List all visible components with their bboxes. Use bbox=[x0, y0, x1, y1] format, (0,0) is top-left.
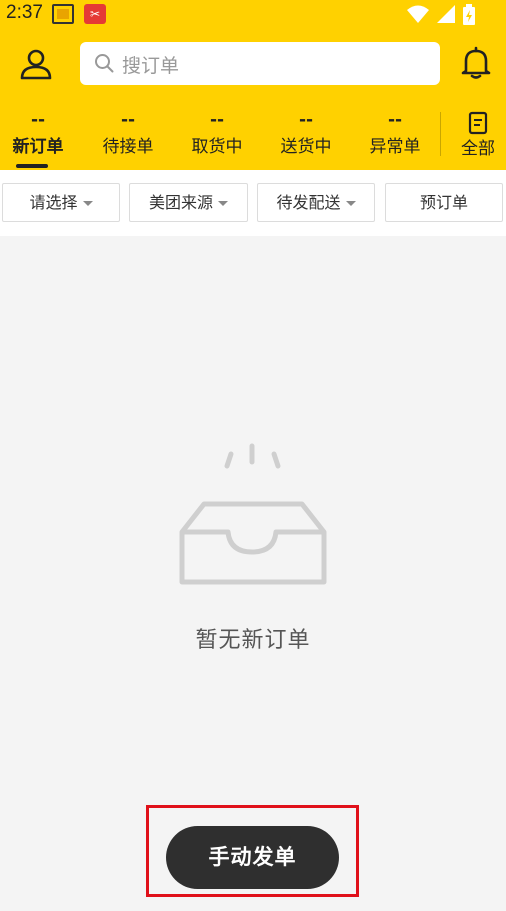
tab-exceptions[interactable]: -- 异常单 bbox=[350, 108, 440, 170]
filter-label: 待发配送 bbox=[276, 193, 341, 212]
user-profile-icon[interactable] bbox=[19, 47, 53, 81]
caret-down-icon bbox=[82, 201, 93, 206]
tab-count: -- bbox=[120, 110, 136, 130]
tab-count: -- bbox=[30, 110, 46, 130]
filter-label: 预订单 bbox=[419, 193, 468, 212]
caret-down-icon bbox=[218, 201, 228, 206]
order-status-tabs: -- 新订单 -- 待接单 -- 取货中 -- 送货中 -- 异常单 全部 bbox=[0, 108, 506, 170]
empty-state-message: 暂无新订单 bbox=[195, 628, 311, 653]
filter-delivery-status[interactable]: 待发配送 bbox=[257, 183, 375, 222]
tab-all[interactable]: 全部 bbox=[450, 108, 506, 170]
tab-pending-accept[interactable]: -- 待接单 bbox=[83, 108, 173, 170]
tools-icon: ✂ bbox=[84, 4, 106, 24]
empty-inbox-icon bbox=[179, 443, 327, 585]
system-indicators bbox=[406, 4, 476, 26]
app-header: 搜订单 -- 新订单 -- 待接单 -- 取货中 -- 送货中 -- 异常单 全… bbox=[0, 30, 506, 170]
search-icon bbox=[95, 54, 114, 73]
tab-label: 新订单 bbox=[12, 137, 64, 157]
signal-icon bbox=[436, 5, 455, 23]
status-bar: 2:37 ✂ bbox=[0, 0, 506, 30]
manual-dispatch-button[interactable]: 手动发单 bbox=[166, 826, 339, 889]
tab-label: 待接单 bbox=[102, 137, 154, 157]
filter-select[interactable]: 请选择 bbox=[2, 183, 120, 222]
wifi-icon bbox=[406, 5, 429, 23]
tab-count: -- bbox=[209, 110, 225, 130]
tab-new-orders[interactable]: -- 新订单 bbox=[0, 108, 83, 170]
tab-count: -- bbox=[298, 110, 314, 130]
active-tab-indicator bbox=[16, 164, 48, 168]
tab-delivering[interactable]: -- 送货中 bbox=[261, 108, 351, 170]
filter-preorder[interactable]: 预订单 bbox=[385, 183, 503, 222]
tab-count: -- bbox=[387, 110, 403, 130]
caret-down-icon bbox=[345, 201, 356, 206]
tab-label: 异常单 bbox=[369, 137, 421, 157]
tab-picking-up[interactable]: -- 取货中 bbox=[172, 108, 262, 170]
filter-source[interactable]: 美团来源 bbox=[129, 183, 248, 222]
document-list-icon bbox=[468, 111, 488, 135]
status-time: 2:37 bbox=[6, 2, 43, 23]
filter-label: 美团来源 bbox=[148, 193, 213, 212]
filter-bar: 请选择 美团来源 待发配送 预订单 bbox=[0, 170, 506, 236]
app-icon bbox=[52, 4, 74, 24]
filter-label: 请选择 bbox=[29, 193, 78, 212]
notification-bell-icon[interactable] bbox=[460, 46, 492, 80]
tab-label: 全部 bbox=[461, 139, 495, 159]
tab-label: 取货中 bbox=[191, 137, 243, 157]
search-input[interactable]: 搜订单 bbox=[80, 42, 440, 85]
battery-charging-icon bbox=[463, 4, 475, 25]
tab-label: 送货中 bbox=[280, 137, 332, 157]
tab-divider bbox=[440, 112, 441, 156]
search-placeholder: 搜订单 bbox=[122, 55, 180, 77]
